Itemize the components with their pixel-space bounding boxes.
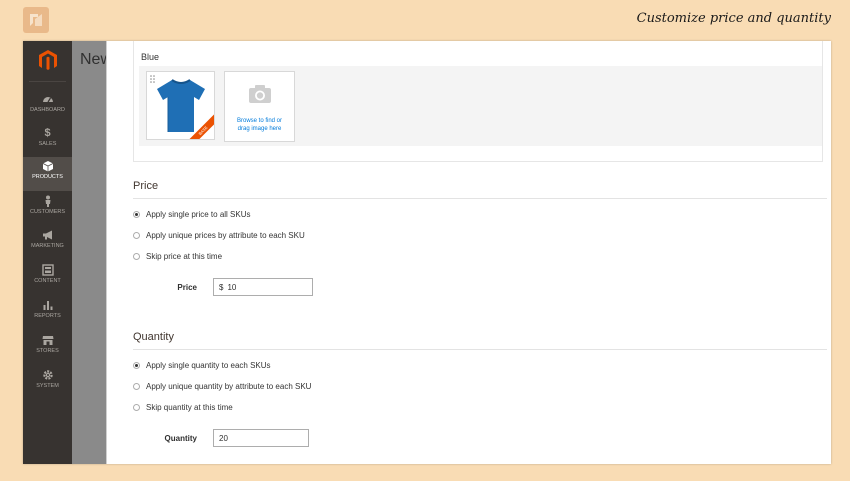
sidebar-item-label: STORES (36, 348, 59, 354)
quantity-option-single[interactable]: Apply single quantity to each SKUs (133, 361, 271, 370)
sidebar-item-marketing[interactable]: MARKETING (23, 226, 72, 260)
quantity-value: 20 (219, 433, 228, 443)
sidebar-divider (29, 81, 66, 82)
color-label: Blue (141, 52, 160, 62)
site-logo (23, 7, 49, 33)
sidebar-item-label: MARKETING (31, 243, 64, 249)
price-input[interactable]: $ 10 (213, 278, 313, 296)
radio-label: Skip price at this time (146, 252, 223, 261)
tshirt-image (157, 79, 205, 132)
price-field-label: Price (177, 283, 197, 292)
bar-chart-icon (42, 299, 54, 311)
quantity-field-label: Quantity (164, 434, 197, 443)
admin-sidebar: DASHBOARD $ SALES PRODUCTS CUSTOMERS MAR… (23, 41, 72, 464)
configuration-modal: Blue BASE Browse to find or drag image h… (106, 41, 831, 464)
sidebar-item-label: PRODUCTS (32, 174, 63, 180)
quantity-option-unique[interactable]: Apply unique quantity by attribute to ea… (133, 382, 311, 391)
sidebar-item-system[interactable]: SYSTEM (23, 366, 72, 400)
images-section: Blue BASE Browse to find or drag image h… (133, 41, 823, 162)
sidebar-item-label: CUSTOMERS (29, 209, 66, 215)
logo-mark-icon (30, 14, 42, 26)
radio-label: Skip quantity at this time (146, 403, 233, 412)
sidebar-item-customers[interactable]: CUSTOMERS (23, 192, 72, 226)
dashboard-icon (42, 93, 54, 105)
quantity-input[interactable]: 20 (213, 429, 309, 447)
store-icon (42, 334, 54, 346)
price-option-skip[interactable]: Skip price at this time (133, 252, 222, 261)
sidebar-item-label: CONTENT (34, 278, 61, 284)
sidebar-item-label: REPORTS (34, 313, 61, 319)
upload-instructions: Browse to find or drag image here (225, 117, 294, 133)
product-image-thumbnail[interactable]: BASE (146, 71, 215, 140)
radio-label: Apply single price to all SKUs (146, 210, 251, 219)
person-icon (42, 195, 54, 207)
quantity-option-skip[interactable]: Skip quantity at this time (133, 403, 233, 412)
price-value: 10 (227, 282, 237, 292)
upload-text-line2: drag image here (237, 126, 282, 132)
quantity-section-divider (133, 349, 827, 350)
radio-button[interactable] (133, 253, 140, 260)
price-option-unique[interactable]: Apply unique prices by attribute to each… (133, 231, 305, 240)
sidebar-item-label: DASHBOARD (30, 107, 65, 113)
sidebar-item-label: SYSTEM (36, 383, 59, 389)
background-overlay: New (72, 41, 112, 464)
radio-label: Apply unique prices by attribute to each… (146, 231, 305, 240)
sidebar-item-content[interactable]: CONTENT (23, 261, 72, 295)
layout-icon (41, 264, 54, 276)
dollar-icon: $ (44, 127, 51, 139)
radio-button[interactable] (133, 211, 140, 218)
sidebar-item-reports[interactable]: REPORTS (23, 296, 72, 330)
admin-window: DASHBOARD $ SALES PRODUCTS CUSTOMERS MAR… (23, 41, 831, 464)
cube-icon (42, 160, 54, 172)
upload-text-line1: Browse to find or (236, 118, 283, 124)
sidebar-item-sales[interactable]: $ SALES (23, 124, 72, 158)
radio-button[interactable] (133, 383, 140, 390)
radio-button[interactable] (133, 232, 140, 239)
quantity-section-title: Quantity (133, 331, 174, 343)
megaphone-icon (42, 229, 54, 241)
radio-button[interactable] (133, 404, 140, 411)
price-option-single[interactable]: Apply single price to all SKUs (133, 210, 251, 219)
price-section-divider (133, 198, 827, 199)
magento-logo-icon[interactable] (37, 49, 59, 71)
currency-symbol: $ (219, 282, 224, 292)
image-upload-dropzone[interactable]: Browse to find or drag image here (224, 71, 295, 142)
gear-icon (42, 369, 54, 381)
sidebar-item-stores[interactable]: STORES (23, 331, 72, 365)
sidebar-item-dashboard[interactable]: DASHBOARD (23, 90, 72, 124)
radio-label: Apply unique quantity by attribute to ea… (146, 382, 312, 391)
price-section-title: Price (133, 180, 159, 192)
camera-icon (249, 85, 271, 103)
sidebar-item-products[interactable]: PRODUCTS (23, 157, 72, 191)
image-gallery: BASE Browse to find or drag image here (139, 66, 822, 146)
sidebar-item-label: SALES (38, 141, 57, 147)
radio-button[interactable] (133, 362, 140, 369)
banner-title: Customize price and quantity (636, 11, 831, 26)
radio-label: Apply single quantity to each SKUs (146, 361, 271, 370)
